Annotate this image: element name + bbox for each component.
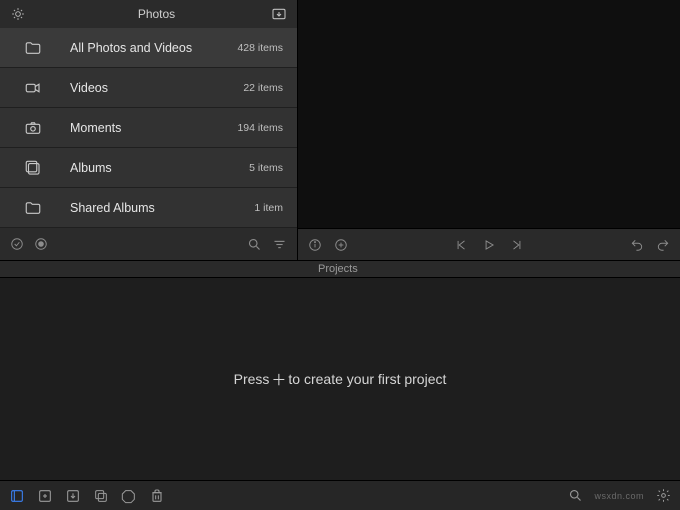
preview-controls [298, 228, 680, 260]
empty-prefix: Press [234, 371, 270, 387]
sidebar-item-count: 194 items [237, 122, 283, 134]
camera-icon [22, 119, 44, 137]
new-project-icon[interactable] [36, 488, 54, 504]
sidebar-title: Photos [26, 7, 287, 21]
empty-state-message: Press ＋ to create your first project [234, 369, 447, 390]
projects-area: Press ＋ to create your first project [0, 278, 680, 480]
download-icon[interactable] [64, 488, 82, 504]
sidebar-header: Photos [0, 0, 297, 28]
albums-icon [22, 159, 44, 177]
media-sidebar: Photos All Photos and Videos 428 items [0, 0, 298, 260]
sidebar-item-count: 22 items [243, 82, 283, 94]
library-icon[interactable] [8, 488, 26, 504]
prev-frame-icon[interactable] [454, 238, 468, 252]
video-icon [22, 79, 44, 97]
sidebar-item-albums[interactable]: Albums 5 items [0, 148, 297, 188]
sidebar-footer [0, 228, 297, 260]
preview-pane [298, 0, 680, 260]
sidebar-item-moments[interactable]: Moments 194 items [0, 108, 297, 148]
photos-app-icon [10, 7, 26, 21]
sidebar-item-count: 1 item [254, 202, 283, 214]
sidebar-item-label: Moments [70, 121, 237, 135]
duplicate-icon[interactable] [92, 488, 110, 504]
sidebar-item-label: Albums [70, 161, 249, 175]
trash-icon[interactable] [148, 488, 166, 504]
sidebar-item-all-photos[interactable]: All Photos and Videos 428 items [0, 28, 297, 68]
sidebar-item-videos[interactable]: Videos 22 items [0, 68, 297, 108]
next-frame-icon[interactable] [510, 238, 524, 252]
sidebar-item-shared-albums[interactable]: Shared Albums 1 item [0, 188, 297, 228]
info-icon[interactable] [308, 238, 322, 252]
folder-icon [22, 39, 44, 57]
preview-viewport [298, 0, 680, 228]
filter-icon[interactable] [272, 237, 287, 252]
sidebar-item-label: Videos [70, 81, 243, 95]
sidebar-item-label: All Photos and Videos [70, 41, 237, 55]
select-toggle-icon[interactable] [10, 237, 24, 251]
undo-icon[interactable] [630, 238, 644, 252]
media-list: All Photos and Videos 428 items Videos 2… [0, 28, 297, 228]
sidebar-item-count: 5 items [249, 162, 283, 174]
import-icon[interactable] [271, 6, 287, 22]
add-icon[interactable] [334, 238, 348, 252]
folder-icon [22, 199, 44, 217]
watermark: wsxdn.com [594, 491, 644, 501]
sidebar-item-label: Shared Albums [70, 201, 254, 215]
settings-icon[interactable] [654, 488, 672, 503]
plus-icon: ＋ [271, 369, 286, 390]
play-icon[interactable] [482, 238, 496, 252]
search-icon[interactable] [566, 488, 584, 503]
record-icon[interactable] [34, 237, 48, 251]
search-icon[interactable] [247, 237, 262, 252]
redo-icon[interactable] [656, 238, 670, 252]
sidebar-item-count: 428 items [237, 42, 283, 54]
bottom-toolbar: wsxdn.com [0, 480, 680, 510]
empty-suffix: to create your first project [288, 371, 446, 387]
tag-icon[interactable] [120, 488, 138, 504]
projects-section-label: Projects [0, 260, 680, 278]
